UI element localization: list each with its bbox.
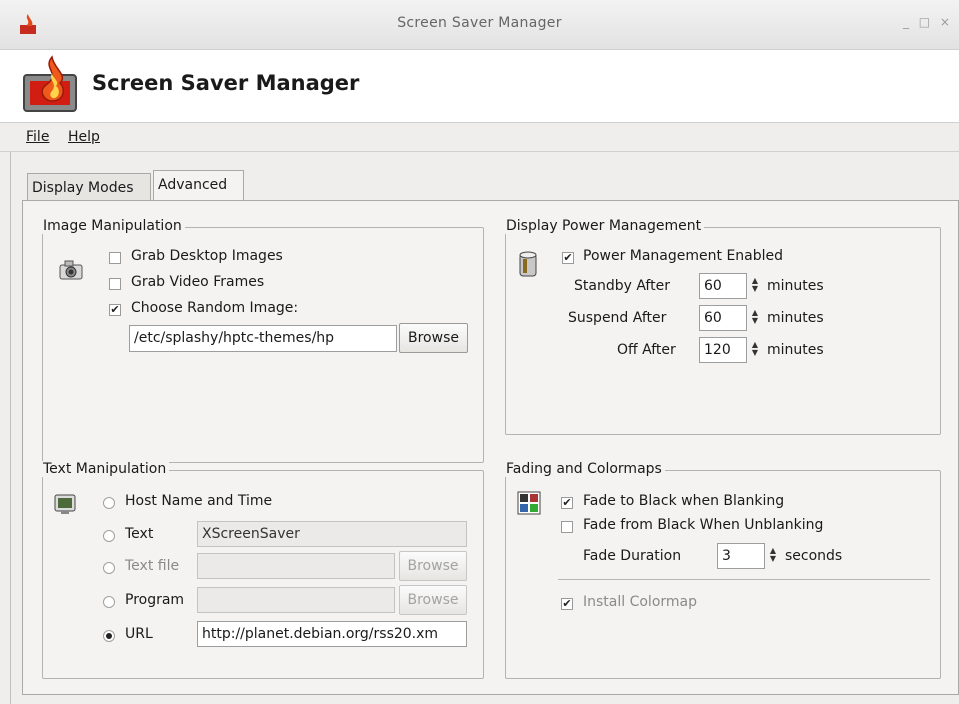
text-file-input[interactable] [197,553,395,579]
menu-file-label: File [26,129,50,145]
tab-display-modes-label: Display Modes [32,180,134,196]
separator [558,579,930,580]
text-file-browse-button[interactable]: Browse [399,551,467,581]
standby-spinner[interactable]: ▲ ▼ [749,273,761,299]
tab-advanced-label: Advanced [158,177,228,193]
text-input[interactable]: XScreenSaver [197,521,467,547]
program-label: Program [125,592,185,608]
fade-duration-spinner[interactable]: ▲ ▼ [767,543,779,569]
fade-to-black-checkbox[interactable] [561,497,573,509]
window-border [10,152,11,704]
menu-help[interactable]: Help [68,129,100,145]
grab-desktop-checkbox[interactable] [109,252,121,264]
power-management-legend: Display Power Management [503,218,705,234]
text-manipulation-group: Text Manipulation Host Name and Time Tex… [40,461,484,679]
window-controls[interactable]: _ □ × [903,15,953,29]
terminal-text-icon [54,494,76,514]
power-enabled-label: Power Management Enabled [583,248,784,264]
text-manipulation-legend: Text Manipulation [40,461,170,477]
standby-label: Standby After [574,278,670,294]
program-browse-label: Browse [407,592,459,608]
power-management-group: Display Power Management Power Managemen… [503,218,941,435]
text-file-radio[interactable] [103,562,115,574]
url-input[interactable]: http://planet.debian.org/rss20.xm [197,621,467,647]
suspend-input[interactable]: 60 [699,305,747,331]
fading-colormaps-legend: Fading and Colormaps [503,461,665,477]
grab-video-checkbox[interactable] [109,278,121,290]
app-header: Screen Saver Manager [0,51,959,122]
suspend-unit: minutes [767,310,824,326]
grab-desktop-label: Grab Desktop Images [131,248,283,264]
install-colormap-checkbox[interactable] [561,598,573,610]
text-file-label: Text file [125,558,180,574]
menu-file[interactable]: File [26,129,49,145]
title-bar[interactable]: Screen Saver Manager _ □ × [0,0,959,50]
install-colormap-label: Install Colormap [583,594,698,610]
grab-video-label: Grab Video Frames [131,274,265,290]
image-browse-label: Browse [408,330,459,346]
fade-to-black-label: Fade to Black when Blanking [583,493,785,509]
text-file-browse-label: Browse [407,558,459,574]
program-input[interactable] [197,587,395,613]
image-path-input[interactable]: /etc/splashy/hptc-themes/hp [129,325,397,352]
off-spinner[interactable]: ▲ ▼ [749,337,761,363]
power-enabled-checkbox[interactable] [562,252,574,264]
url-label: URL [125,626,153,642]
menu-help-label: Help [68,129,100,145]
window-title: Screen Saver Manager [397,15,562,31]
advanced-tab-panel: Image Manipulation Grab Desktop Images G… [22,200,959,695]
tab-advanced[interactable]: Advanced [153,170,244,203]
fading-colormaps-group: Fading and Colormaps Fade to Black when … [503,461,941,679]
suspend-label: Suspend After [568,310,667,326]
fade-colormap-icon [517,491,541,515]
standby-unit: minutes [767,278,824,294]
standby-input[interactable]: 60 [699,273,747,299]
fade-duration-label: Fade Duration [583,548,682,564]
fade-from-black-label: Fade from Black When Unblanking [583,517,824,533]
text-label: Text [125,526,154,542]
program-browse-button[interactable]: Browse [399,585,467,615]
screensaver-flame-icon [23,55,77,112]
image-manipulation-legend: Image Manipulation [40,218,185,234]
off-label: Off After [617,342,676,358]
fade-duration-input[interactable]: 3 [717,543,765,569]
fade-duration-unit: seconds [785,548,843,564]
camera-icon [59,260,83,280]
url-radio[interactable] [103,630,115,642]
fade-from-black-checkbox[interactable] [561,521,573,533]
power-cylinder-icon [519,251,537,277]
image-browse-button[interactable]: Browse [399,323,468,353]
choose-random-label: Choose Random Image: [131,300,299,316]
off-unit: minutes [767,342,824,358]
suspend-spinner[interactable]: ▲ ▼ [749,305,761,331]
host-name-radio[interactable] [103,497,115,509]
text-radio[interactable] [103,530,115,542]
tab-display-modes[interactable]: Display Modes [27,173,151,203]
host-name-label: Host Name and Time [125,493,273,509]
menu-bar: File Help [0,122,959,152]
off-input[interactable]: 120 [699,337,747,363]
program-radio[interactable] [103,596,115,608]
choose-random-checkbox[interactable] [109,304,121,316]
app-title: Screen Saver Manager [92,71,360,95]
image-manipulation-group: Image Manipulation Grab Desktop Images G… [40,218,484,463]
